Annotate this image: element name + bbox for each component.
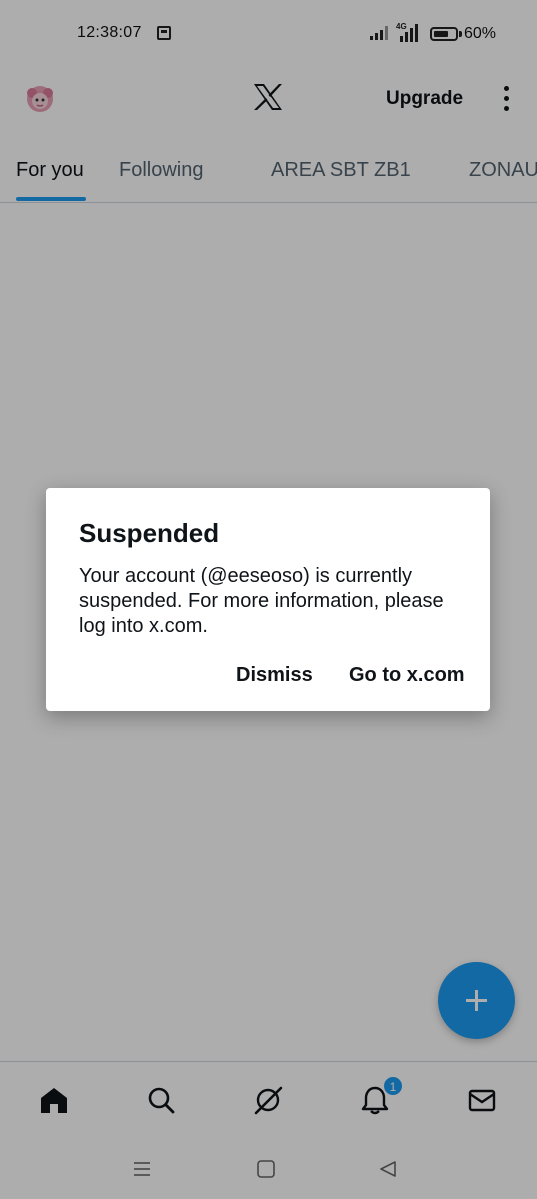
go-to-x-button[interactable]: Go to x.com (349, 664, 465, 687)
dialog-message: Your account (@eeseoso) is currently sus… (79, 565, 444, 637)
suspended-dialog: Suspended Your account (@eeseoso) is cur… (46, 488, 490, 711)
dialog-title: Suspended (79, 518, 220, 548)
dismiss-button[interactable]: Dismiss (236, 664, 313, 687)
